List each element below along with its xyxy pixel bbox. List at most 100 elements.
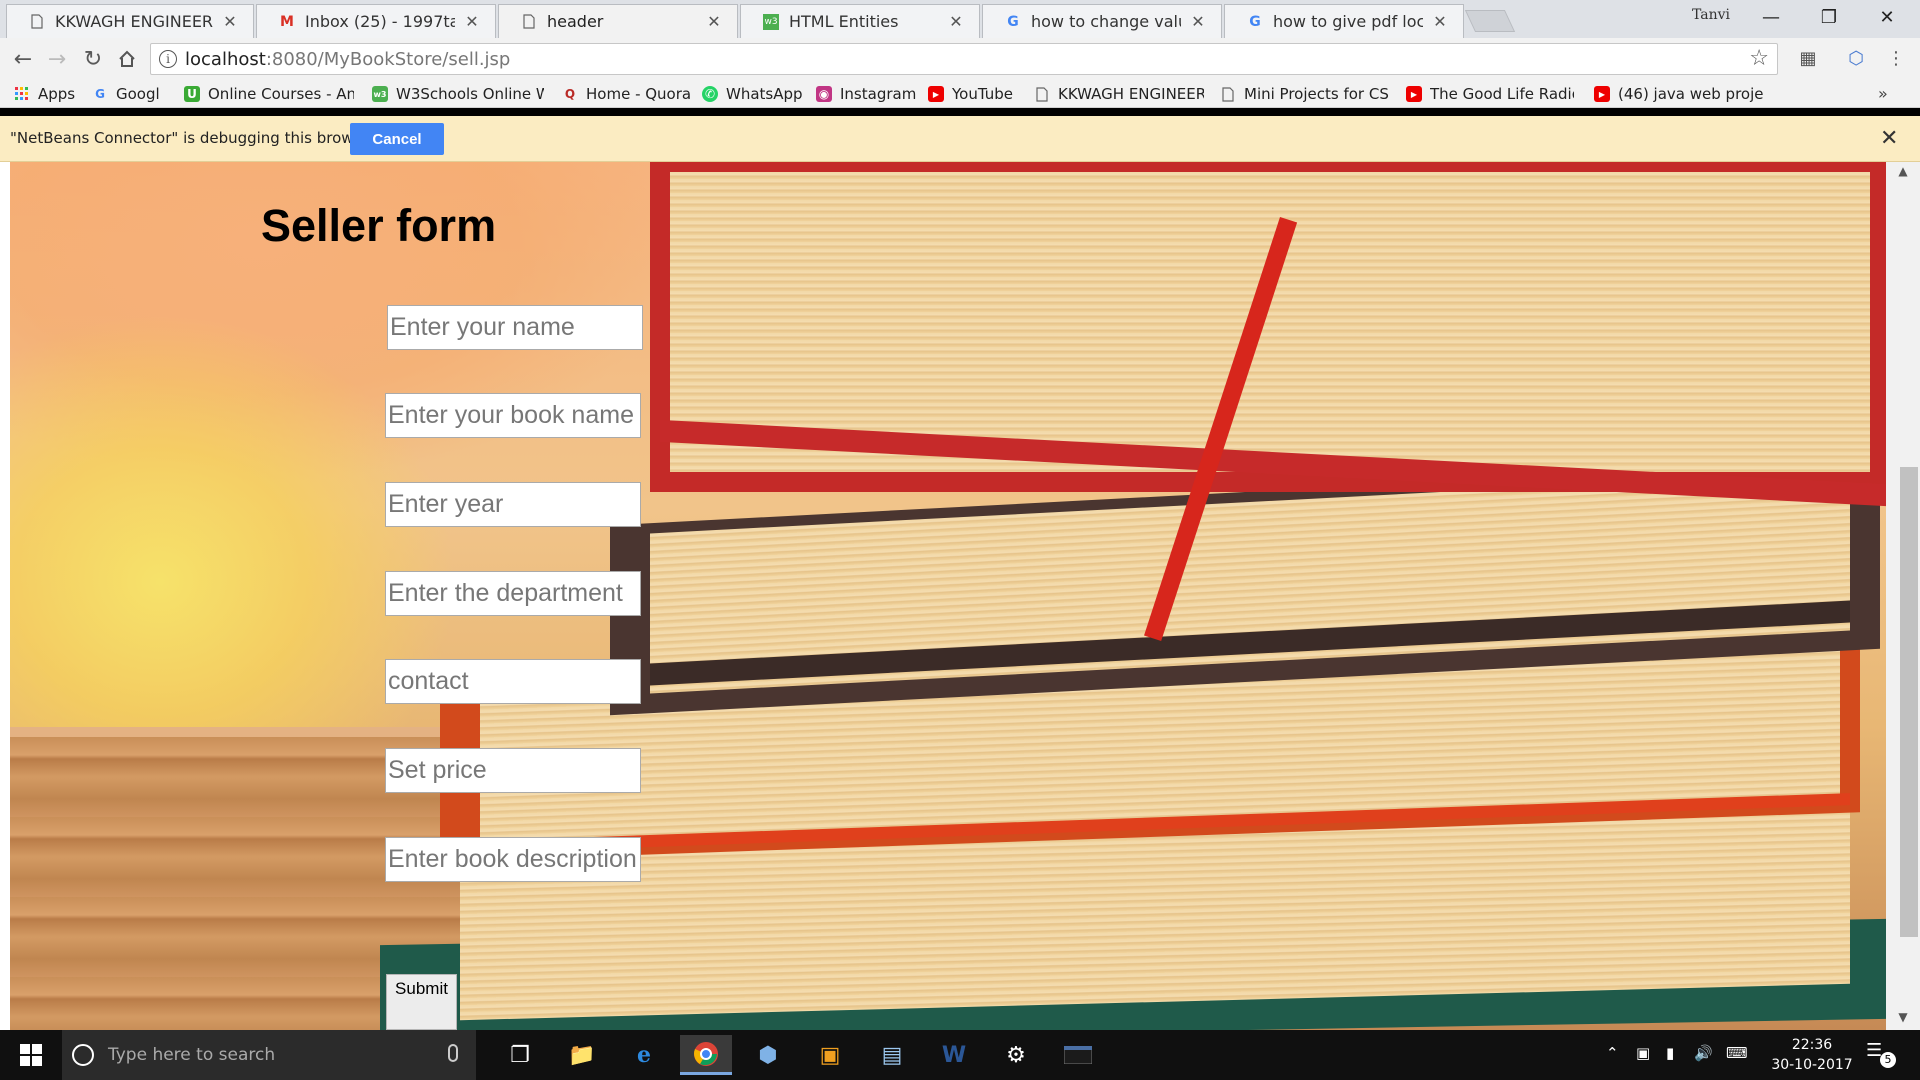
tab-title: header <box>547 12 604 31</box>
name-input[interactable] <box>387 305 643 350</box>
book-name-input[interactable] <box>385 393 641 438</box>
contact-input[interactable] <box>385 659 641 704</box>
tab-html-entities[interactable]: w3 HTML Entities ✕ <box>740 4 980 38</box>
mysql-command-line-icon[interactable] <box>1052 1035 1104 1075</box>
close-infobar-icon[interactable]: ✕ <box>1880 126 1898 151</box>
tab-kkwagh[interactable]: KKWAGH ENGINEERING ✕ <box>6 4 254 38</box>
reload-icon[interactable]: ↻ <box>78 44 108 74</box>
task-view-icon[interactable]: ❐ <box>494 1035 546 1075</box>
word-icon[interactable]: W <box>928 1035 980 1075</box>
battery-icon[interactable]: ▮ <box>1666 1044 1674 1062</box>
w3schools-icon: w3 <box>372 86 388 102</box>
close-tab-icon[interactable]: ✕ <box>221 12 239 31</box>
chevron-up-icon[interactable]: ⌃ <box>1606 1044 1619 1062</box>
info-icon[interactable]: i <box>159 50 177 68</box>
close-tab-icon[interactable]: ✕ <box>463 12 481 31</box>
bookmark-apps[interactable]: Apps <box>14 84 84 104</box>
bookmark-mini-projects[interactable]: Mini Projects for CSE <box>1220 84 1390 104</box>
close-window-icon[interactable]: ✕ <box>1858 0 1916 34</box>
microphone-icon[interactable] <box>448 1044 458 1062</box>
google-icon: G <box>95 87 105 101</box>
minimize-icon[interactable]: — <box>1742 0 1800 34</box>
menu-dots-icon[interactable]: ⋮ <box>1884 46 1908 70</box>
gmail-icon: M <box>280 13 294 30</box>
bookmark-label: W3Schools Online W <box>396 85 544 103</box>
document-icon <box>1034 86 1050 102</box>
document-icon <box>29 14 45 30</box>
scroll-up-icon[interactable]: ▲ <box>1886 164 1920 184</box>
tab-google-pdf-location[interactable]: G how to give pdf location ✕ <box>1224 4 1464 38</box>
address-bar[interactable]: i localhost:8080/MyBookStore/sell.jsp ☆ <box>150 43 1778 75</box>
submit-button[interactable]: Submit <box>386 974 457 1030</box>
close-tab-icon[interactable]: ✕ <box>1431 12 1449 31</box>
forward-arrow-icon[interactable]: → <box>42 44 72 74</box>
bookmark-whatsapp[interactable]: ✆ WhatsApp <box>702 84 812 104</box>
google-icon: G <box>1007 13 1019 30</box>
system-clock[interactable]: 22:36 30-10-2017 <box>1762 1035 1862 1075</box>
bookmark-kkwagh[interactable]: KKWAGH ENGINEERI <box>1034 84 1204 104</box>
bookmark-java-web-project[interactable]: ▶ (46) java web project <box>1594 84 1764 104</box>
close-tab-icon[interactable]: ✕ <box>947 12 965 31</box>
action-center-icon[interactable]: ☰ 5 <box>1866 1040 1896 1070</box>
bookmark-label: Home - Quora <box>586 85 692 103</box>
extension-icon[interactable]: ▦ <box>1796 46 1820 70</box>
description-input[interactable] <box>385 837 641 882</box>
bookmark-star-icon[interactable]: ☆ <box>1749 46 1769 71</box>
year-input[interactable] <box>385 482 641 527</box>
edge-icon[interactable]: e <box>618 1035 670 1075</box>
bookmark-w3schools[interactable]: w3 W3Schools Online W <box>372 84 544 104</box>
tab-google-change-value[interactable]: G how to change value in r ✕ <box>982 4 1222 38</box>
bookmark-good-life-radio[interactable]: ▶ The Good Life Radio <box>1406 84 1574 104</box>
chevron-more-bookmarks-icon[interactable]: » <box>1878 84 1888 103</box>
tab-title: Inbox (25) - 1997tanvicjc <box>305 12 455 31</box>
taskbar-search[interactable]: Type here to search <box>62 1030 476 1080</box>
home-icon[interactable] <box>112 44 142 74</box>
restore-icon[interactable]: ❐ <box>1800 0 1858 34</box>
price-input[interactable] <box>385 748 641 793</box>
bookmark-youtube[interactable]: ▶ YouTube <box>928 84 1028 104</box>
settings-gear-icon[interactable]: ⚙ <box>990 1035 1042 1075</box>
close-tab-icon[interactable]: ✕ <box>1189 12 1207 31</box>
bookmark-quora[interactable]: Q Home - Quora <box>562 84 692 104</box>
scrollbar-thumb[interactable] <box>1900 467 1918 937</box>
bookmark-google[interactable]: G Googl <box>92 84 164 104</box>
bookmark-online-courses[interactable]: U Online Courses - Any <box>184 84 354 104</box>
document-icon <box>521 14 537 30</box>
cancel-debugging-button[interactable]: Cancel <box>350 123 444 155</box>
back-arrow-icon[interactable]: ← <box>8 44 38 74</box>
page-viewport: Seller form Submit ▲ ▼ <box>0 162 1920 1030</box>
scroll-down-icon[interactable]: ▼ <box>1886 1010 1920 1030</box>
page-title: Seller form <box>261 200 497 251</box>
page-scrollbar[interactable]: ▲ ▼ <box>1886 162 1920 1030</box>
virtualbox-icon[interactable]: ⬢ <box>742 1035 794 1075</box>
instagram-icon: ◉ <box>816 86 832 102</box>
bookmark-label: The Good Life Radio <box>1430 85 1574 103</box>
bookmark-instagram[interactable]: ◉ Instagram <box>816 84 916 104</box>
bookmarks-bar: Apps G Googl U Online Courses - Any w3 W… <box>0 80 1920 108</box>
bookmark-label: Mini Projects for CSE <box>1244 85 1390 103</box>
clock-time: 22:36 <box>1791 1037 1833 1053</box>
tab-title: how to give pdf location <box>1273 12 1423 31</box>
tab-inbox[interactable]: M Inbox (25) - 1997tanvicjc ✕ <box>256 4 496 38</box>
infobar-message: "NetBeans Connector" is debugging this b… <box>10 129 381 147</box>
profile-name[interactable]: Tanvi <box>1692 7 1730 23</box>
close-tab-icon[interactable]: ✕ <box>705 12 723 31</box>
netbeans-icon[interactable]: ▣ <box>804 1035 856 1075</box>
network-icon[interactable]: ▣ <box>1636 1044 1650 1062</box>
seller-page: Seller form Submit <box>10 162 1886 1030</box>
new-tab-button[interactable] <box>1464 10 1516 32</box>
volume-icon[interactable]: 🔊 <box>1694 1044 1713 1062</box>
department-input[interactable] <box>385 571 641 616</box>
clock-date: 30-10-2017 <box>1771 1057 1853 1073</box>
windows-start-icon[interactable] <box>0 1030 62 1080</box>
file-explorer-icon[interactable]: 📁 <box>556 1035 608 1075</box>
cortana-icon <box>72 1044 94 1066</box>
tab-title: KKWAGH ENGINEERING <box>55 12 213 31</box>
paint-icon[interactable]: ▤ <box>866 1035 918 1075</box>
w3schools-icon: w3 <box>763 13 779 30</box>
netbeans-extension-icon[interactable]: ⬡ <box>1844 46 1868 70</box>
chrome-icon[interactable] <box>680 1035 732 1075</box>
keyboard-icon[interactable]: ⌨ <box>1726 1044 1748 1062</box>
tab-header[interactable]: header ✕ <box>498 4 738 38</box>
browser-toolbar: ← → ↻ i localhost:8080/MyBookStore/sell.… <box>0 38 1920 80</box>
